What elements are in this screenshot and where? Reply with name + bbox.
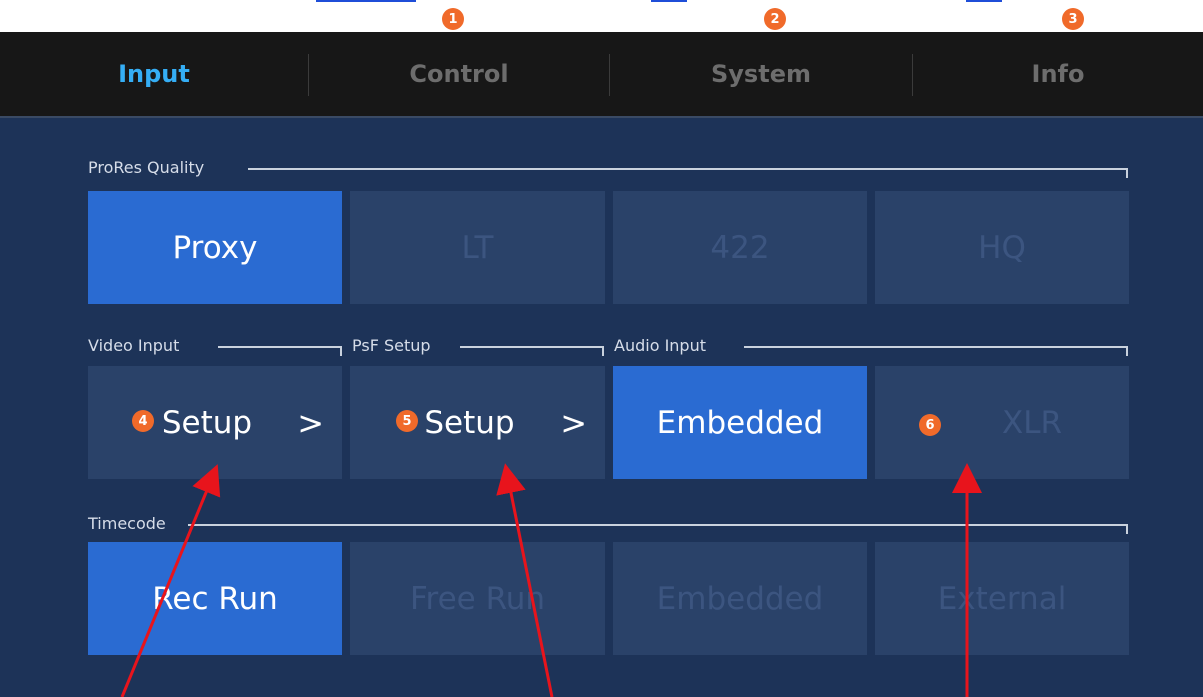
arrow-to-psf-setup: [496, 463, 554, 697]
arrow-to-video-setup: [120, 464, 221, 697]
annotation-arrows: [120, 463, 982, 697]
